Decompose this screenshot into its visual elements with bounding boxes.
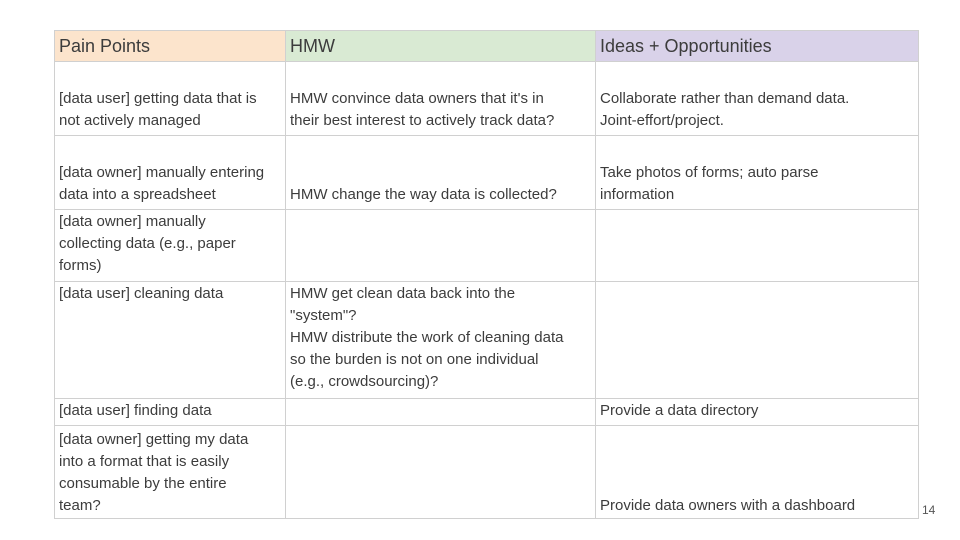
- pain-point-cell: [data owner] getting my data into a form…: [54, 425, 286, 519]
- hmw-cell: [285, 425, 596, 519]
- table-row: [data owner] manually collecting data (e…: [54, 209, 919, 282]
- pain-point-cell: [data owner] manually collecting data (e…: [54, 209, 286, 282]
- hmw-cell: HMW change the way data is collected?: [285, 135, 596, 210]
- table-row: [data user] cleaning data HMW get clean …: [54, 281, 919, 399]
- idea-cell: Take photos of forms; auto parse informa…: [595, 135, 919, 210]
- header-hmw: HMW: [285, 30, 596, 62]
- header-pain-points: Pain Points: [54, 30, 286, 62]
- pain-point-cell: [data user] getting data that is not act…: [54, 61, 286, 136]
- table-row: [data user] finding data Provide a data …: [54, 398, 919, 426]
- pain-points-table: Pain Points HMW Ideas + Opportunities [d…: [54, 30, 919, 519]
- slide-page-number: 14: [922, 503, 936, 517]
- hmw-cell: HMW convince data owners that it's in th…: [285, 61, 596, 136]
- table-row: [data owner] getting my data into a form…: [54, 425, 919, 519]
- idea-cell: Provide data owners with a dashboard: [595, 425, 919, 519]
- hmw-cell: [285, 398, 596, 426]
- header-row: Pain Points HMW Ideas + Opportunities: [54, 30, 919, 62]
- idea-cell: [595, 281, 919, 399]
- pain-point-cell: [data user] cleaning data: [54, 281, 286, 399]
- idea-cell: [595, 209, 919, 282]
- idea-cell: Provide a data directory: [595, 398, 919, 426]
- hmw-cell: HMW get clean data back into the "system…: [285, 281, 596, 399]
- idea-cell: Collaborate rather than demand data. Joi…: [595, 61, 919, 136]
- pain-point-cell: [data owner] manually entering data into…: [54, 135, 286, 210]
- header-ideas-opportunities: Ideas + Opportunities: [595, 30, 919, 62]
- pain-point-cell: [data user] finding data: [54, 398, 286, 426]
- hmw-cell: [285, 209, 596, 282]
- table-row: [data owner] manually entering data into…: [54, 135, 919, 210]
- table-row: [data user] getting data that is not act…: [54, 61, 919, 136]
